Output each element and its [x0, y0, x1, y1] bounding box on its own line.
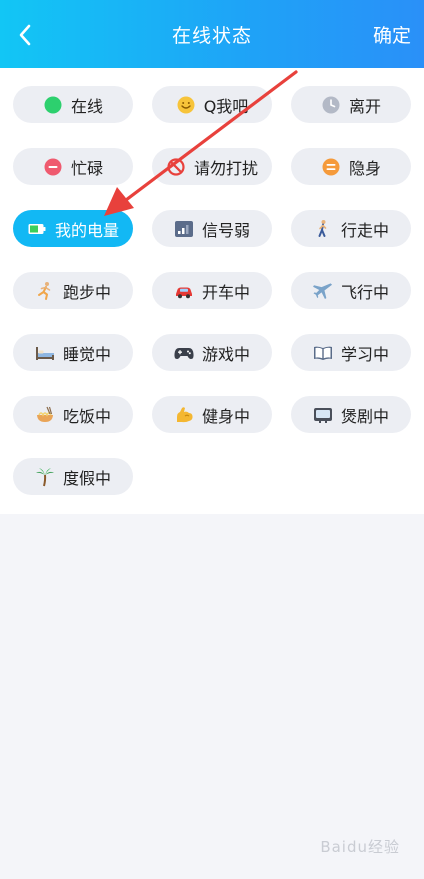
- status-label: 请勿打扰: [193, 158, 258, 178]
- status-label: 开车中: [201, 282, 250, 302]
- book-icon: [313, 343, 333, 363]
- status-label: 健身中: [201, 406, 250, 426]
- status-label: 煲剧中: [340, 406, 389, 426]
- confirm-button[interactable]: 确定: [373, 24, 411, 48]
- status-invisible[interactable]: 隐身: [291, 148, 411, 185]
- status-walking[interactable]: 行走中: [291, 210, 411, 247]
- walking-person-icon: [313, 219, 333, 239]
- status-grid: 在线 Q我吧 离开 忙碌 请勿打扰 隐身 我的电量 信号弱 行走中 跑步中 开车…: [13, 86, 411, 495]
- flexed-bicep-icon: [174, 405, 194, 425]
- car-icon: [174, 281, 194, 301]
- status-do-not-disturb[interactable]: 请勿打扰: [152, 148, 272, 185]
- status-driving[interactable]: 开车中: [152, 272, 272, 309]
- status-label: 信号弱: [201, 220, 250, 240]
- watermark: Baidu经验: [320, 838, 400, 856]
- status-label: 度假中: [62, 468, 111, 488]
- status-label: 隐身: [348, 158, 381, 178]
- status-working-out[interactable]: 健身中: [152, 396, 272, 433]
- top-bar: 在线状态 确定: [0, 0, 424, 68]
- bed-icon: [35, 343, 55, 363]
- status-label: 游戏中: [201, 344, 250, 364]
- battery-icon: [27, 219, 47, 239]
- status-label: 行走中: [340, 220, 389, 240]
- noodle-bowl-icon: [35, 405, 55, 425]
- status-busy[interactable]: 忙碌: [13, 148, 133, 185]
- status-label: 我的电量: [54, 220, 119, 240]
- status-label: 吃饭中: [62, 406, 111, 426]
- status-label: 在线: [70, 96, 103, 116]
- online-dot-icon: [43, 95, 63, 115]
- status-studying[interactable]: 学习中: [291, 334, 411, 371]
- tv-icon: [313, 405, 333, 425]
- status-label: 离开: [348, 96, 381, 116]
- status-label: 忙碌: [70, 158, 103, 178]
- weak-signal-icon: [174, 219, 194, 239]
- status-sleeping[interactable]: 睡觉中: [13, 334, 133, 371]
- status-panel: 在线 Q我吧 离开 忙碌 请勿打扰 隐身 我的电量 信号弱 行走中 跑步中 开车…: [0, 68, 424, 514]
- airplane-icon: [313, 281, 333, 301]
- status-my-battery[interactable]: 我的电量: [13, 210, 133, 247]
- status-away[interactable]: 离开: [291, 86, 411, 123]
- status-label: 学习中: [340, 344, 389, 364]
- clock-icon: [321, 95, 341, 115]
- status-online[interactable]: 在线: [13, 86, 133, 123]
- status-q-me[interactable]: Q我吧: [152, 86, 272, 123]
- status-label: 飞行中: [340, 282, 389, 302]
- page-title: 在线状态: [171, 25, 252, 47]
- status-eating[interactable]: 吃饭中: [13, 396, 133, 433]
- status-gaming[interactable]: 游戏中: [152, 334, 272, 371]
- status-running[interactable]: 跑步中: [13, 272, 133, 309]
- gamepad-icon: [174, 343, 194, 363]
- status-label: 跑步中: [62, 282, 111, 302]
- status-flying[interactable]: 飞行中: [291, 272, 411, 309]
- running-person-icon: [35, 281, 55, 301]
- status-weak-signal[interactable]: 信号弱: [152, 210, 272, 247]
- status-label: Q我吧: [203, 96, 249, 116]
- do-not-disturb-icon: [166, 157, 186, 177]
- smiley-face-icon: [176, 95, 196, 115]
- status-label: 睡觉中: [62, 344, 111, 364]
- busy-minus-icon: [43, 157, 63, 177]
- status-on-vacation[interactable]: 度假中: [13, 458, 133, 495]
- palm-tree-icon: [35, 467, 55, 487]
- invisible-icon: [321, 157, 341, 177]
- status-binge-watching[interactable]: 煲剧中: [291, 396, 411, 433]
